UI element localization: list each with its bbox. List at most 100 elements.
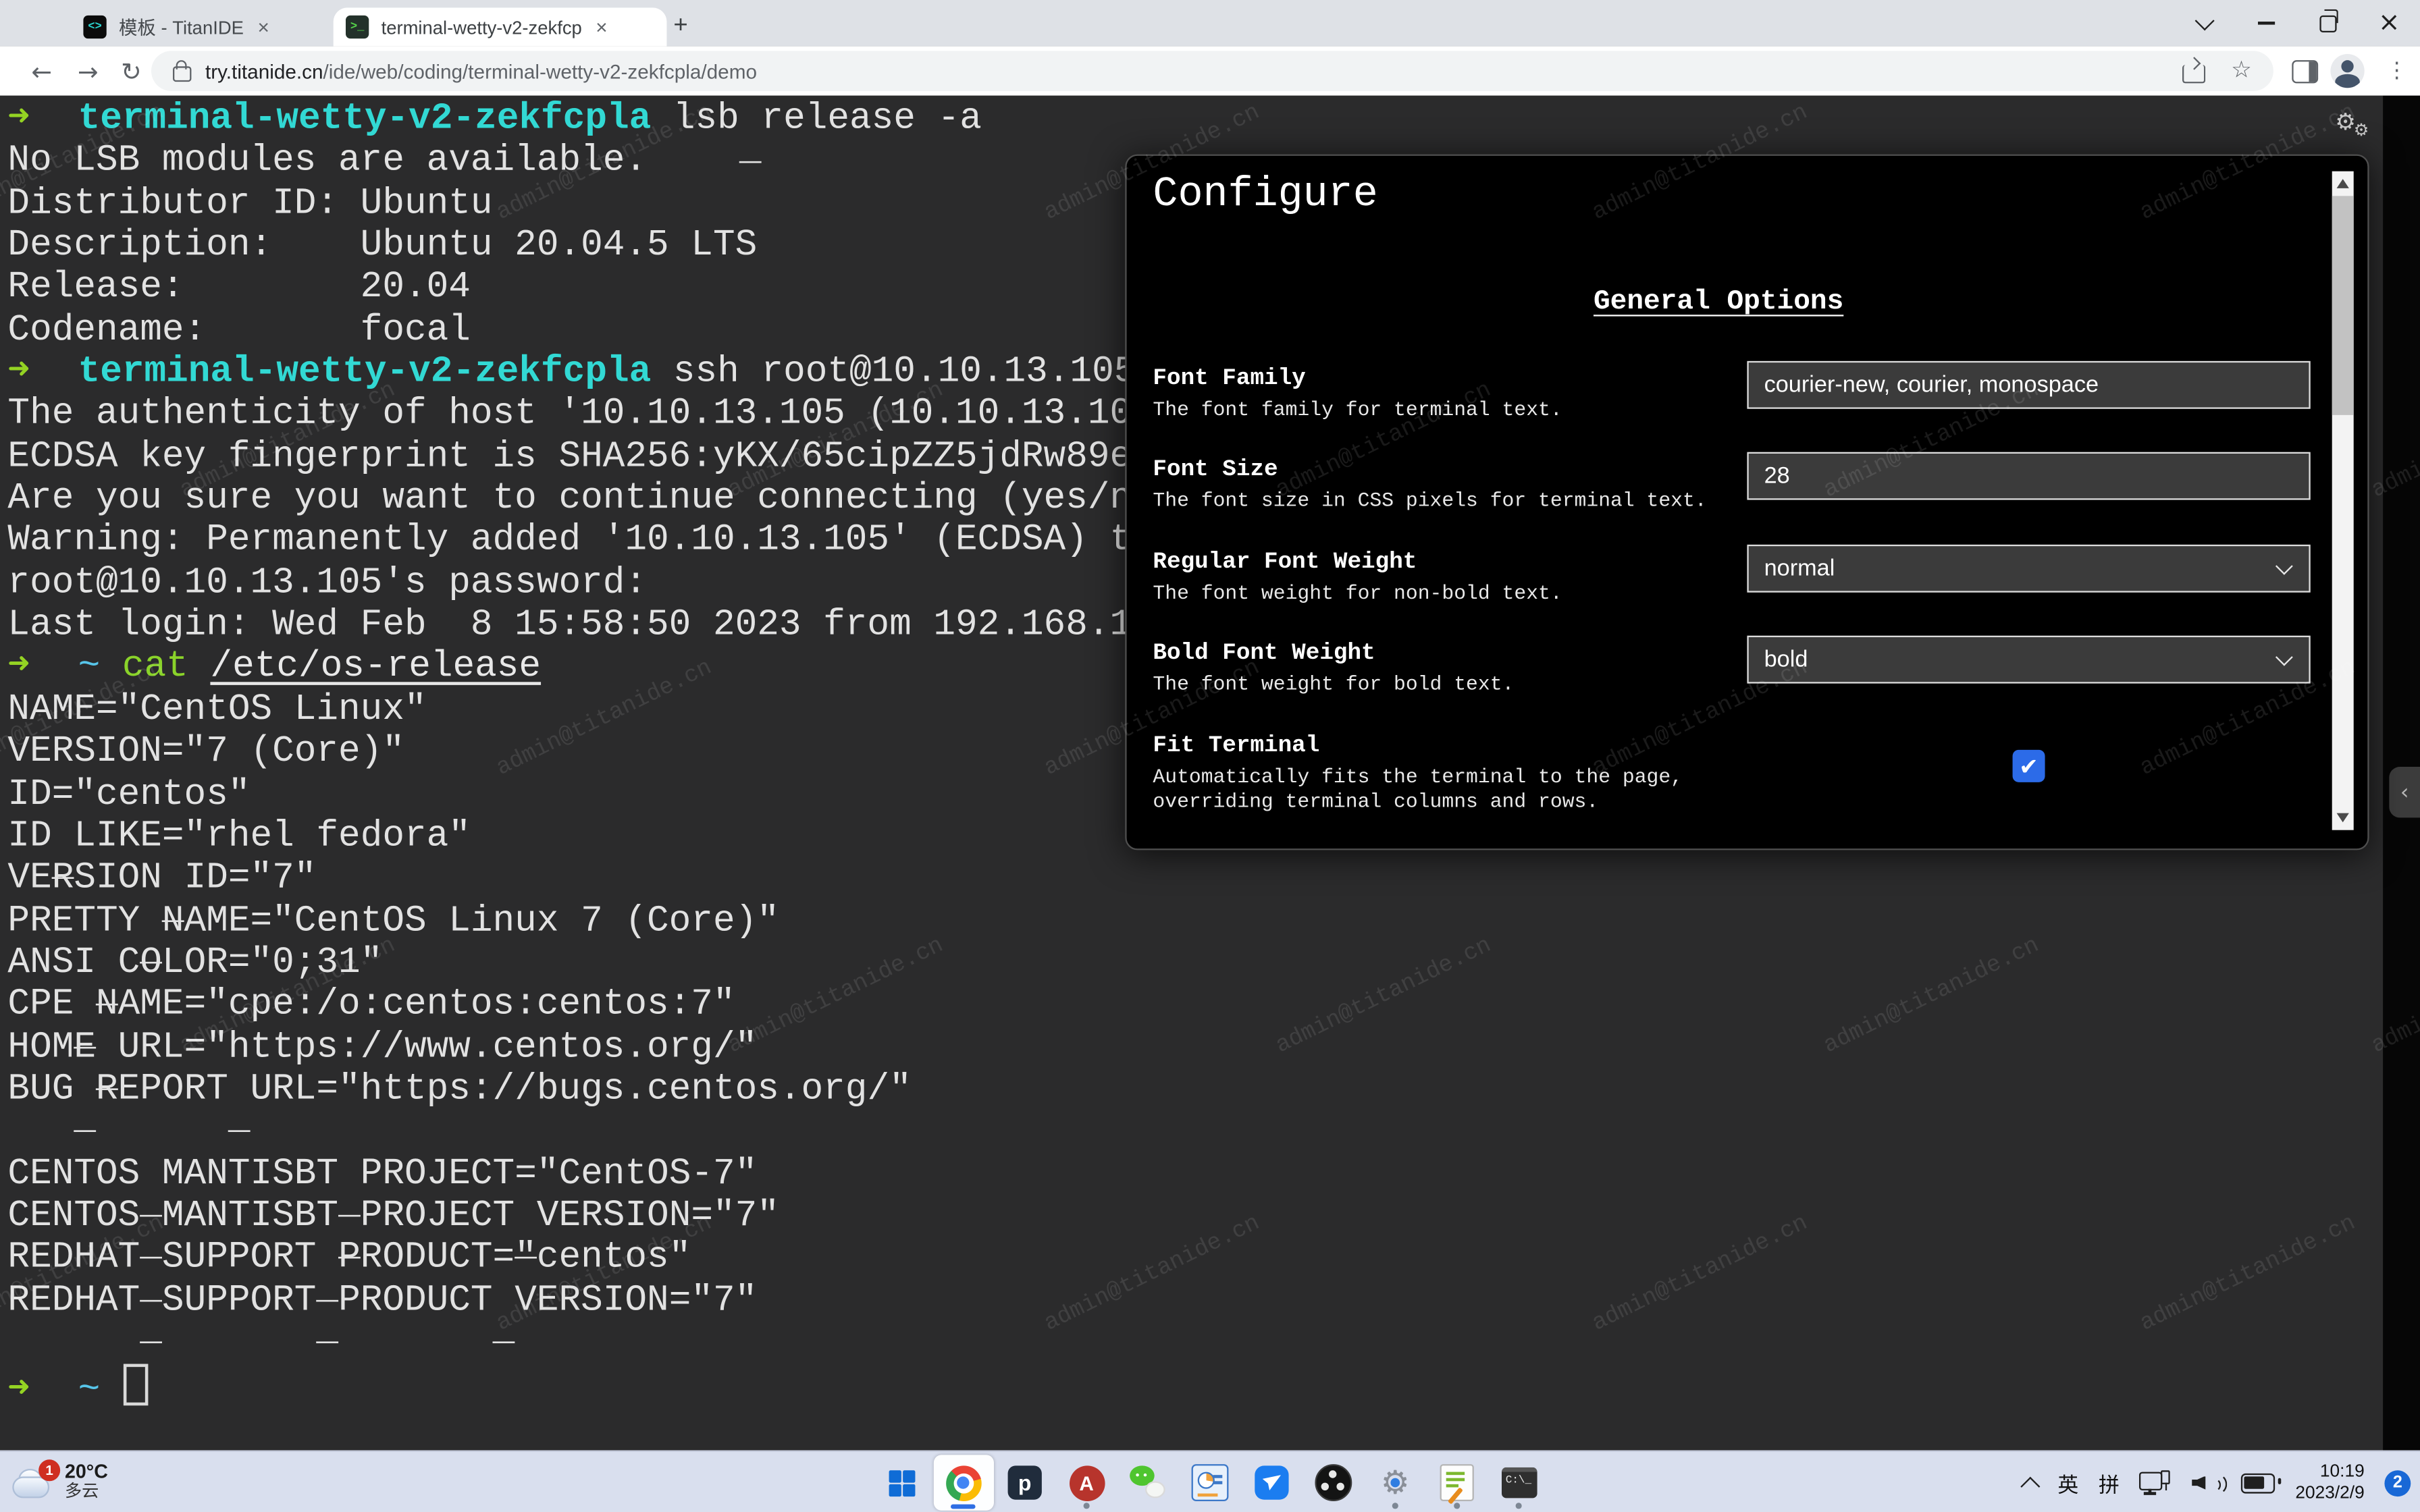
terminal-line: CENTOS_MANTISBT_PROJECT="CentOS-7"	[7, 1154, 1704, 1196]
ime-english-indicator[interactable]: 英	[2057, 1467, 2078, 1498]
terminal-line: HOME_URL="https://www.centos.org/"	[7, 1027, 1704, 1069]
windows-start-icon	[888, 1469, 914, 1496]
back-icon: ←	[31, 56, 52, 85]
bookmark-star-icon[interactable]: ☆	[2231, 55, 2252, 83]
taskbar-app-notepad[interactable]	[1427, 1455, 1487, 1510]
terminal-line: CENTOS_MANTISBT_PROJECT_VERSION="7"	[7, 1195, 1704, 1238]
battery-icon[interactable]	[2241, 1473, 2275, 1493]
display-device-icon[interactable]	[2140, 1470, 2172, 1495]
address-bar[interactable]: try.titanide.cn/ide/web/coding/terminal-…	[151, 51, 2273, 90]
terminal-cursor	[124, 1364, 149, 1406]
reload-button[interactable]: ↻	[109, 47, 153, 96]
taskbar-app-settings-app[interactable]: ⚙	[1365, 1455, 1425, 1510]
fit-terminal-checkbox[interactable]: ✔	[2013, 750, 2045, 782]
terminal-line: ANSI_COLOR="0;31"	[7, 942, 1704, 985]
config-field-fit-terminal: Fit TerminalAutomatically fits the termi…	[1153, 733, 2310, 815]
chrome-icon	[945, 1465, 981, 1501]
close-icon: ×	[2378, 10, 2400, 36]
field-input[interactable]: 28	[1747, 452, 2310, 500]
terminal-line: ➜ ~	[7, 1364, 1704, 1407]
chevron-down-icon	[2276, 649, 2293, 666]
running-app-indicator	[1516, 1503, 1522, 1509]
tray-time: 10:19	[2295, 1461, 2364, 1483]
dialog-scrollbar[interactable]	[2332, 171, 2354, 830]
terminal-line: BUG_REPORT_URL="https://bugs.centos.org/…	[7, 1069, 1704, 1112]
running-app-indicator	[1392, 1503, 1398, 1509]
taskbar-app-chart-app[interactable]	[1180, 1455, 1240, 1510]
share-icon[interactable]	[2182, 65, 2205, 83]
profile-avatar[interactable]	[2330, 54, 2364, 88]
scrollbar-thumb[interactable]	[2332, 196, 2354, 415]
minimize-icon	[2257, 22, 2274, 24]
back-button[interactable]: ←	[20, 47, 63, 96]
taskbar-app-a-app[interactable]: A	[1057, 1455, 1117, 1510]
running-app-indicator	[1454, 1503, 1460, 1509]
chevron-down-icon	[2194, 10, 2213, 30]
tray-date: 2023/2/9	[2295, 1483, 2364, 1505]
terminal-favicon-icon: >_	[346, 16, 369, 38]
tab-terminal-wetty[interactable]: >_ terminal-wetty-v2-zekfcpla - T ×	[334, 7, 667, 46]
forward-button[interactable]: →	[66, 47, 109, 96]
field-select[interactable]: bold	[1747, 636, 2310, 684]
terminal-line: ➜ terminal-wetty-v2-zekfcpla lsb_release…	[7, 99, 1704, 141]
window-chevron-button[interactable]	[2173, 0, 2234, 47]
lock-icon[interactable]	[173, 65, 191, 81]
taskbar-app-chrome[interactable]	[933, 1455, 993, 1510]
window-close-button[interactable]: ×	[2359, 0, 2420, 47]
dingtalk-icon	[1255, 1465, 1288, 1499]
field-label: Fit Terminal	[1153, 733, 2310, 759]
scroll-up-arrow-icon[interactable]	[2337, 179, 2349, 188]
scroll-down-arrow-icon[interactable]	[2337, 813, 2349, 823]
field-input[interactable]: courier-new, courier, monospace	[1747, 361, 2310, 409]
ime-pinyin-indicator[interactable]: 拼	[2099, 1467, 2120, 1498]
p-app-icon: p	[1008, 1465, 1042, 1499]
terminal-line: PRETTY_NAME="CentOS Linux 7 (Core)"	[7, 900, 1704, 943]
browser-window: <> 模板 - TitanIDE × >_ terminal-wetty-v2-…	[0, 0, 2420, 1512]
taskbar-app-p-app[interactable]: p	[995, 1455, 1055, 1510]
configure-dialog: Configure General Options Font FamilyThe…	[1125, 155, 2369, 850]
tab-close-icon[interactable]: ×	[593, 17, 611, 37]
red-a-app-icon: A	[1069, 1465, 1105, 1501]
tab-close-icon[interactable]: ×	[255, 17, 273, 37]
config-field-regular-font-weight: Regular Font WeightThe font weight for n…	[1153, 549, 2310, 607]
restore-icon	[2319, 15, 2336, 32]
side-panel-icon[interactable]	[2292, 60, 2318, 83]
tray-chevron-up-icon[interactable]	[2021, 1476, 2041, 1496]
url-text[interactable]: try.titanide.cn/ide/web/coding/terminal-…	[205, 59, 757, 82]
gear-icon: ⚙	[2335, 108, 2356, 136]
notification-badge[interactable]: 2	[2384, 1469, 2411, 1496]
taskbar-app-dingtalk[interactable]	[1242, 1455, 1302, 1510]
terminal-line: REDHAT_SUPPORT_PRODUCT="centos"	[7, 1238, 1704, 1280]
terminal-line: VERSION_ID="7"	[7, 858, 1704, 900]
taskbar-app-obs[interactable]	[1303, 1455, 1363, 1510]
tab-titanide[interactable]: <> 模板 - TitanIDE ×	[71, 7, 355, 46]
browser-toolbar: ← → ↻ try.titanide.cn/ide/web/coding/ter…	[0, 47, 2420, 96]
window-minimize-button[interactable]	[2235, 0, 2296, 47]
window-restore-button[interactable]	[2296, 0, 2358, 47]
tab-strip: <> 模板 - TitanIDE × >_ terminal-wetty-v2-…	[0, 0, 2420, 47]
general-options-heading: General Options	[1127, 287, 2311, 318]
taskbar-app-wechat[interactable]	[1118, 1455, 1178, 1510]
dialog-title: Configure	[1153, 173, 1377, 219]
speaker-icon[interactable]	[2192, 1472, 2221, 1494]
taskbar-app-windows-start[interactable]	[871, 1455, 931, 1510]
forward-icon: →	[78, 56, 99, 85]
windows-taskbar: 1 20°C 多云 pA⚙C:\_ 英 拼 10:19 2023/2/9 2	[0, 1451, 2420, 1512]
taskbar-app-terminal-app[interactable]: C:\_	[1489, 1455, 1549, 1510]
browser-menu-icon[interactable]: ⋮	[2384, 53, 2409, 90]
field-select[interactable]: normal	[1747, 545, 2310, 593]
chart-app-icon	[1192, 1464, 1229, 1501]
chevron-down-icon	[2276, 558, 2293, 575]
system-tray: 英 拼 10:19 2023/2/9 2	[2024, 1452, 2411, 1512]
running-app-indicator	[1084, 1503, 1090, 1509]
watermark-text: admin@titanide.cn	[1820, 932, 2043, 1059]
terminal-settings-button[interactable]: ⚙ ⚙	[2335, 108, 2382, 145]
obs-icon	[1315, 1464, 1352, 1501]
right-edge-panel: ‹	[2383, 96, 2420, 1451]
taskbar-clock[interactable]: 10:19 2023/2/9	[2295, 1461, 2364, 1505]
wechat-icon	[1130, 1465, 1167, 1499]
side-panel-handle[interactable]: ‹	[2389, 767, 2420, 817]
screen: <> 模板 - TitanIDE × >_ terminal-wetty-v2-…	[0, 0, 2420, 1512]
terminal-line: REDHAT_SUPPORT_PRODUCT_VERSION="7"	[7, 1280, 1704, 1322]
new-tab-button[interactable]: +	[664, 11, 698, 45]
